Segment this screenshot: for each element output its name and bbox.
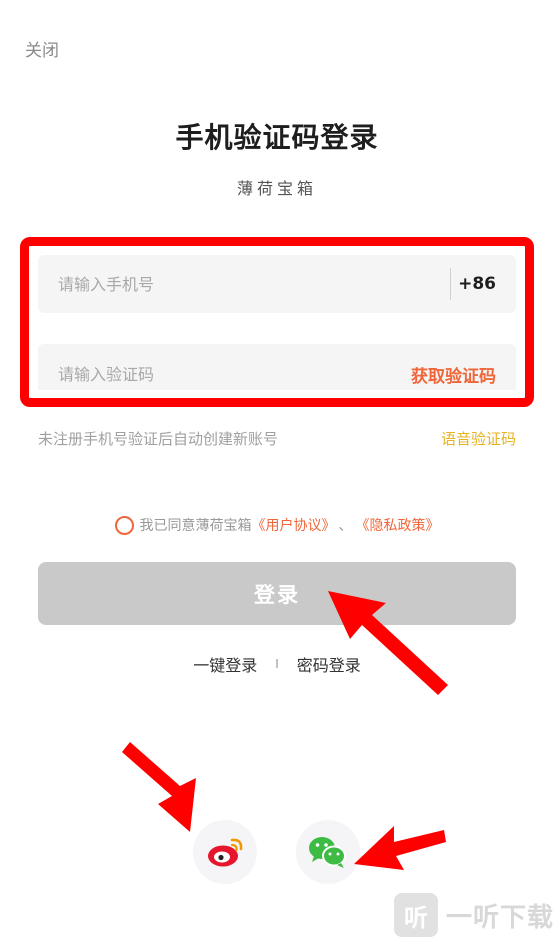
watermark-text: 一听下载 xyxy=(446,902,554,933)
arrow-weibo-annotation xyxy=(122,742,196,832)
password-login-link[interactable]: 密码登录 xyxy=(297,652,361,676)
voice-code-link[interactable]: 语音验证码 xyxy=(441,428,516,449)
alt-login-separator: I xyxy=(275,657,279,671)
weibo-icon xyxy=(208,838,243,867)
close-button[interactable]: 关闭 xyxy=(25,36,59,61)
app-name: 薄荷宝箱 xyxy=(236,179,317,198)
register-hint: 未注册手机号验证后自动创建新账号 xyxy=(38,430,279,448)
wechat-icon xyxy=(309,837,346,868)
agree-checkbox[interactable] xyxy=(114,515,134,535)
weibo-login-button[interactable] xyxy=(193,820,257,884)
agreement-text: 我已同意薄荷宝箱 xyxy=(139,518,252,534)
arrow-wechat-annotation xyxy=(354,826,446,870)
annotation-highlight-box xyxy=(20,237,534,407)
alt-login-row: 一键登录 I 密码登录 xyxy=(0,652,554,676)
login-button[interactable]: 登录 xyxy=(38,562,516,625)
user-agreement-link[interactable]: 《用户协议》 xyxy=(252,515,336,535)
agreement-row: 我已同意薄荷宝箱 《用户协议》 、 《隐私政策》 xyxy=(0,515,554,535)
page-title: 手机验证码登录 xyxy=(175,121,379,154)
agreement-separator: 、 xyxy=(338,518,353,534)
watermark: 听 一听下载 xyxy=(394,880,554,950)
privacy-policy-link[interactable]: 《隐私政策》 xyxy=(356,515,440,535)
wechat-login-button[interactable] xyxy=(296,820,360,884)
watermark-logo-icon: 听 xyxy=(394,893,438,937)
one-click-login-link[interactable]: 一键登录 xyxy=(193,652,257,676)
